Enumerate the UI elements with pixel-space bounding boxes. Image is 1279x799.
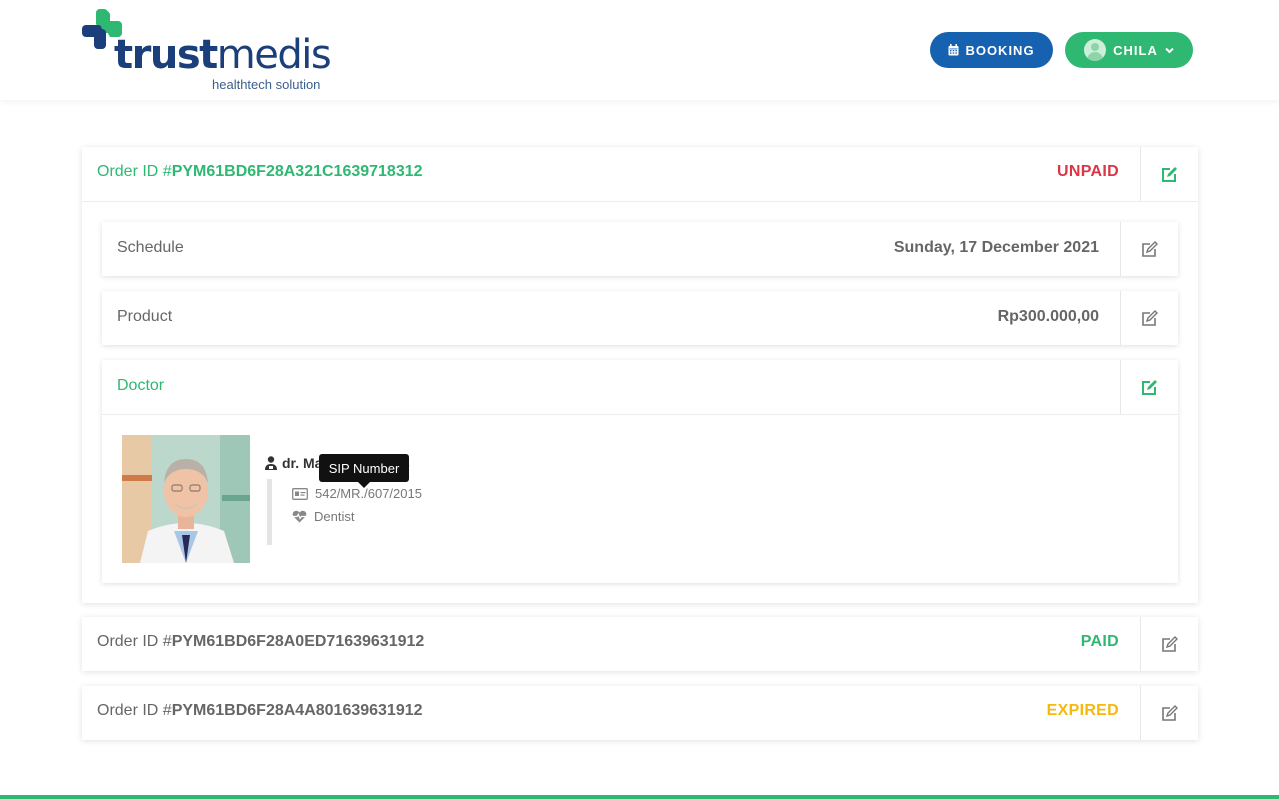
product-value: Rp300.000,00 <box>997 308 1099 325</box>
logo-wordmark: trustmedis <box>114 31 332 79</box>
order-header[interactable]: Order ID #PYM61BD6F28A321C1639718312 UNP… <box>82 147 1198 201</box>
schedule-label: Schedule <box>117 239 184 256</box>
order-id: Order ID #PYM61BD6F28A321C1639718312 <box>97 163 423 181</box>
avatar-icon <box>1084 39 1107 61</box>
specialty-row: Dentist <box>292 509 354 524</box>
edit-icon <box>1141 379 1157 395</box>
order-id-value: PYM61BD6F28A321C1639718312 <box>171 163 423 180</box>
order-card: Order ID #PYM61BD6F28A321C1639718312 UNP… <box>82 147 1198 603</box>
divider <box>82 201 1198 202</box>
id-card-icon <box>292 487 308 500</box>
logo-text-bold: trust <box>114 32 218 78</box>
product-card: Product Rp300.000,00 <box>102 291 1178 345</box>
doctor-card: Doctor dr. 542/MR./607/2015 Dentist <box>102 360 1178 583</box>
edit-order-button[interactable] <box>1140 147 1198 201</box>
status-badge: EXPIRED <box>1046 702 1119 719</box>
footer-accent-bar <box>0 795 1279 799</box>
order-id-prefix: Order ID # <box>97 702 172 719</box>
logo-tagline: healthtech solution <box>212 77 321 92</box>
edit-icon <box>1141 240 1158 257</box>
doctor-label: Doctor <box>117 377 165 394</box>
info-divider <box>267 479 272 545</box>
user-name: CHILA <box>1113 42 1158 58</box>
schedule-value: Sunday, 17 December 2021 <box>893 239 1099 256</box>
booking-label: BOOKING <box>965 42 1035 58</box>
logo-text-regular: medis <box>216 32 332 78</box>
booking-button[interactable]: BOOKING <box>930 32 1053 68</box>
doctor-icon <box>265 456 277 470</box>
status-badge: UNPAID <box>1057 163 1119 180</box>
edit-order-button[interactable] <box>1140 617 1198 671</box>
heartbeat-icon <box>292 510 307 523</box>
sip-number-row: 542/MR./607/2015 <box>292 486 422 501</box>
edit-product-button[interactable] <box>1120 291 1178 345</box>
doctor-specialty: Dentist <box>314 509 355 524</box>
order-card[interactable]: Order ID #PYM61BD6F28A0ED71639631912 PAI… <box>82 617 1198 671</box>
edit-icon <box>1161 704 1178 721</box>
chevron-down-icon <box>1165 47 1174 53</box>
top-navbar: trustmedis healthtech solution BOOKING C… <box>0 0 1279 100</box>
schedule-card: Schedule Sunday, 17 December 2021 <box>102 222 1178 276</box>
order-id-value: PYM61BD6F28A0ED71639631912 <box>171 633 425 650</box>
order-id-prefix: Order ID # <box>97 633 172 650</box>
order-card[interactable]: Order ID #PYM61BD6F28A4A801639631912 EXP… <box>82 686 1198 740</box>
edit-order-button[interactable] <box>1140 686 1198 740</box>
order-id: Order ID #PYM61BD6F28A0ED71639631912 <box>97 633 424 651</box>
edit-icon <box>1161 635 1178 652</box>
sip-number[interactable]: 542/MR./607/2015 <box>315 486 422 501</box>
product-label: Product <box>117 308 173 325</box>
status-badge: PAID <box>1080 633 1119 650</box>
order-id-prefix: Order ID # <box>97 163 172 180</box>
sip-number-tooltip: SIP Number <box>319 454 409 488</box>
edit-doctor-button[interactable] <box>1120 360 1178 414</box>
doctor-photo <box>122 435 250 563</box>
edit-icon <box>1141 309 1158 326</box>
order-id-value: PYM61BD6F28A4A801639631912 <box>171 702 423 719</box>
calendar-icon <box>948 44 959 56</box>
user-menu-button[interactable]: CHILA <box>1065 32 1193 68</box>
order-id: Order ID #PYM61BD6F28A4A801639631912 <box>97 702 423 720</box>
trustmedis-logo[interactable]: trustmedis healthtech solution <box>82 9 342 95</box>
edit-schedule-button[interactable] <box>1120 222 1178 276</box>
edit-icon <box>1161 166 1177 182</box>
